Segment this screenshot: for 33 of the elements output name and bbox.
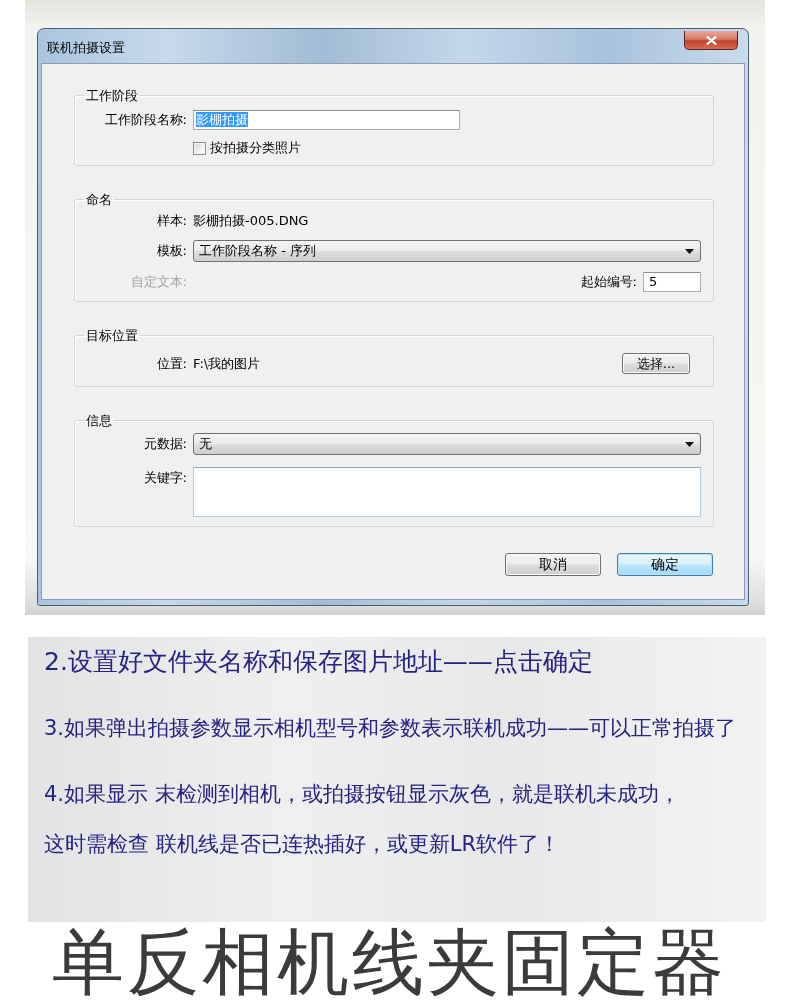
field-label: 工作阶段名称: [104, 111, 187, 129]
metadata-dropdown[interactable]: 无 [193, 433, 701, 455]
group-title: 工作阶段 [85, 88, 139, 103]
field-label: 自定文本: [130, 273, 187, 291]
instruction-text: 4.如果显示 末检测到相机，或拍摄按钮显示灰色，就是联机未成功， [44, 781, 680, 808]
cancel-button[interactable]: 取消 [505, 553, 601, 576]
group-title: 命名 [85, 192, 113, 207]
template-dropdown[interactable]: 工作阶段名称 - 序列 [193, 240, 701, 262]
instruction-text: 2.设置好文件夹名称和保存图片地址——点击确定 [44, 646, 593, 678]
field-label: 关键字: [143, 469, 187, 487]
keywords-field[interactable] [193, 467, 701, 517]
start-number-field[interactable]: 5 [643, 272, 701, 292]
choose-button[interactable]: 选择... [622, 353, 690, 374]
field-label: 位置: [156, 354, 187, 373]
location-value: F:\我的图片 [193, 354, 261, 373]
checkbox[interactable] [193, 141, 206, 155]
close-button[interactable] [684, 31, 738, 50]
group-title: 信息 [85, 413, 113, 428]
checkbox-label: 按拍摄分类照片 [210, 141, 301, 155]
confirm-button[interactable]: 确定 [617, 553, 713, 576]
sample-value: 影棚拍摄-005.DNG [193, 212, 309, 230]
close-icon [705, 35, 717, 45]
window-title: 联机拍摄设置 [47, 40, 125, 56]
field-label: 元数据: [143, 435, 187, 453]
field-label: 起始编号: [580, 273, 637, 291]
instruction-text: 3.如果弹出拍摄参数显示相机型号和参数表示联机成功——可以正常拍摄了 [44, 715, 737, 742]
field-label: 样本: [156, 212, 187, 230]
caret-icon [685, 441, 694, 447]
field-label: 模板: [156, 242, 187, 260]
product-title: 单反相机线夹固定器 [52, 922, 727, 1002]
caret-icon [685, 248, 694, 254]
instruction-text: 这时需检查 联机线是否已连热插好，或更新LR软件了！ [44, 831, 560, 858]
group-title: 目标位置 [85, 328, 139, 343]
